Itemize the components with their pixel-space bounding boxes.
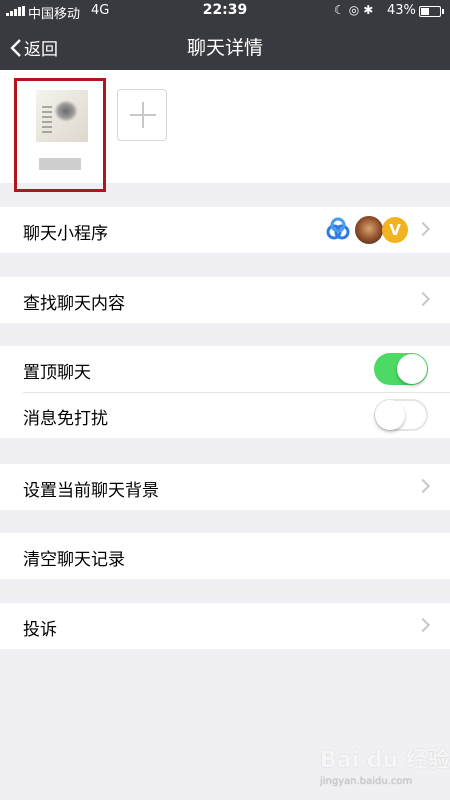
set-background-row[interactable]: 设置当前聊天背景 [0, 464, 450, 510]
moon-icon: ☾ [334, 3, 349, 17]
chevron-right-icon [415, 617, 431, 633]
toggle-knob [397, 354, 427, 384]
chevron-right-icon [415, 221, 431, 237]
sticky-chat-row: 置顶聊天 [0, 346, 450, 392]
v-badge-icon: V [382, 217, 408, 243]
lock-rotation-icon: ◎ [348, 3, 364, 17]
watermark-url: jingyan.baidu.com [320, 776, 413, 787]
mini-programs-row[interactable]: 聊天小程序 V [0, 207, 450, 253]
mute-notifications-label: 消息免打扰 [23, 409, 108, 429]
battery-icon [419, 6, 444, 17]
member-section [0, 70, 450, 192]
battery-percentage: 43% [387, 3, 416, 18]
mute-notifications-row: 消息免打扰 [0, 392, 450, 438]
add-member-button[interactable] [117, 89, 167, 141]
clear-history-label: 清空聊天记录 [23, 550, 125, 570]
clock: 22:39 [202, 2, 248, 18]
page-title: 聊天详情 [186, 37, 263, 59]
clear-history-row[interactable]: 清空聊天记录 [0, 533, 450, 579]
chevron-right-icon [415, 478, 431, 494]
member-tile[interactable] [14, 78, 106, 192]
chevron-right-icon [415, 291, 431, 307]
bluetooth-icon: ✱ [363, 3, 378, 17]
status-icons: ☾◎✱ [334, 3, 377, 17]
mini-program-icons: V [324, 215, 408, 245]
member-avatar[interactable] [36, 90, 88, 142]
set-background-label: 设置当前聊天背景 [23, 481, 159, 501]
search-history-row[interactable]: 查找聊天内容 [0, 277, 450, 323]
status-bar: 中国移动 4G 22:39 ☾◎✱ 43% [0, 0, 450, 22]
battery-level-fill [421, 8, 429, 15]
mini-programs-label: 聊天小程序 [23, 224, 108, 244]
hero-avatar-icon [354, 215, 384, 245]
member-name-redacted [39, 158, 81, 170]
sticky-chat-toggle[interactable] [374, 353, 428, 385]
report-label: 投诉 [23, 620, 57, 640]
navigation-bar: 返回 聊天详情 [0, 22, 450, 70]
toggle-knob [375, 400, 405, 430]
sticky-chat-label: 置顶聊天 [23, 363, 91, 383]
report-row[interactable]: 投诉 [0, 603, 450, 649]
flower-app-icon [326, 217, 350, 240]
watermark-brand: Bai du 经验 [320, 748, 450, 773]
mute-notifications-toggle[interactable] [374, 399, 428, 431]
baidu-watermark: Bai du 经验 jingyan.baidu.com [320, 742, 450, 787]
search-history-label: 查找聊天内容 [23, 294, 125, 314]
